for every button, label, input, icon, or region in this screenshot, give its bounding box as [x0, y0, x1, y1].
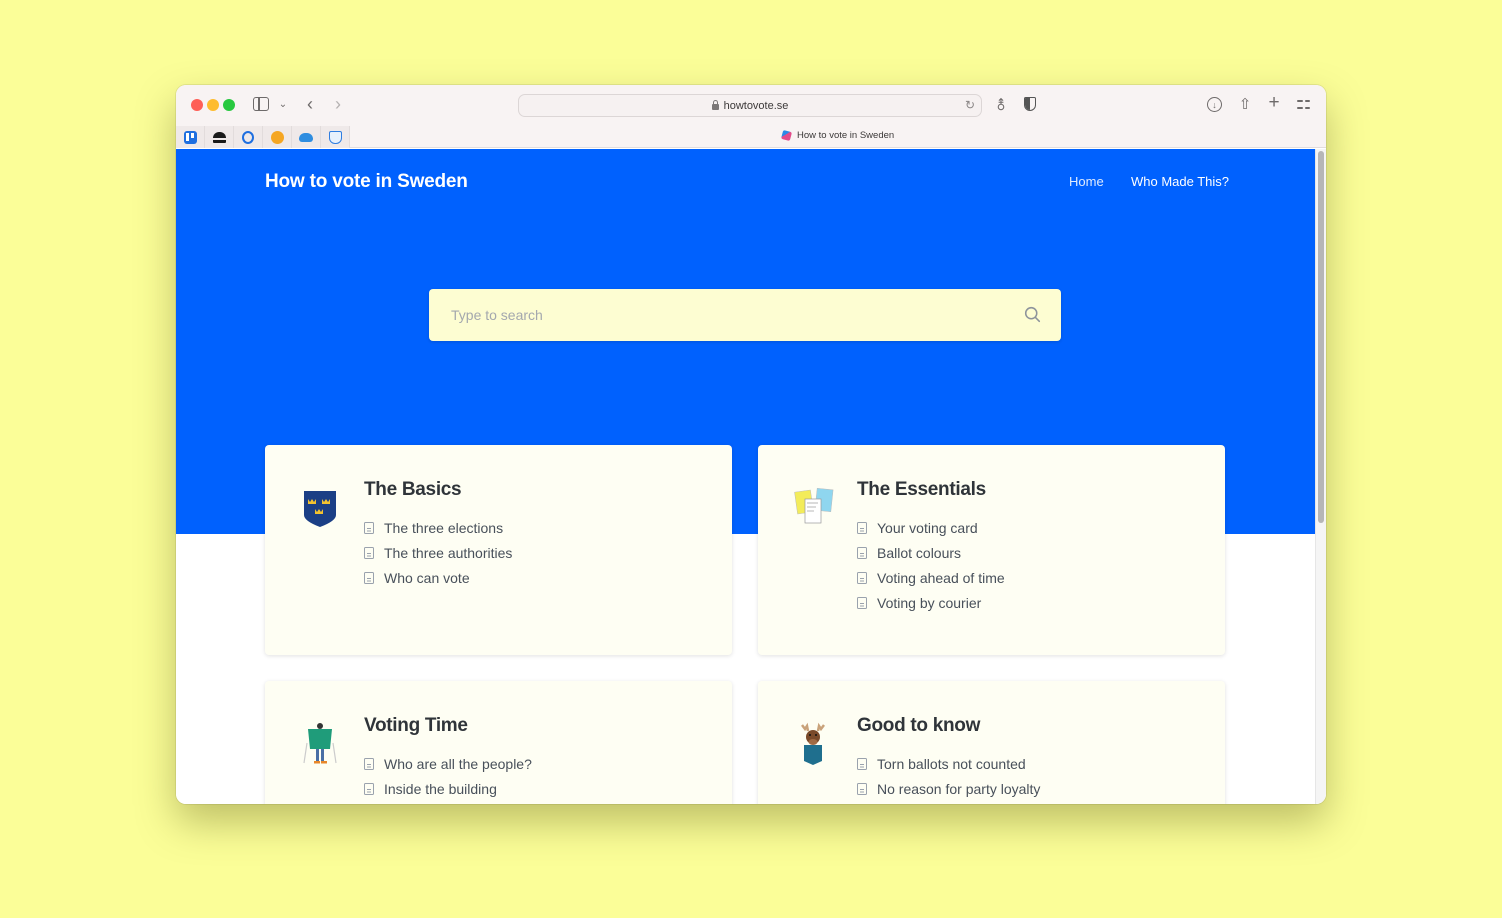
voting-booth-icon [303, 723, 337, 764]
bookmark-shield[interactable] [321, 126, 350, 148]
tab-bar: How to vote in Sweden [176, 126, 1326, 148]
page-viewport: How to vote in Sweden Home Who Made This… [176, 149, 1326, 804]
document-icon [857, 757, 867, 770]
search-icon[interactable] [1024, 306, 1041, 323]
document-icon [364, 521, 374, 534]
article-link[interactable]: Torn ballots not counted [857, 751, 1040, 776]
bookmark-star[interactable] [263, 126, 292, 148]
download-icon[interactable]: ↓ [1207, 97, 1222, 112]
spray-extension-icon[interactable]: ⚨ [995, 95, 1007, 115]
article-link[interactable]: Voting by courier [857, 590, 1005, 615]
article-title: The three elections [384, 519, 504, 536]
category-card-essentials[interactable]: The Essentials Your voting card Ballot c… [758, 445, 1225, 655]
document-icon [364, 546, 374, 559]
share-icon[interactable]: ⇧ [1238, 94, 1252, 114]
document-icon [857, 782, 867, 795]
article-title: The three authorities [384, 544, 513, 561]
tab-overview-icon[interactable] [1297, 98, 1310, 111]
cloud-icon [299, 132, 313, 142]
trello-icon [183, 130, 197, 144]
close-window-button[interactable] [191, 99, 203, 111]
article-link[interactable]: Who are all the people? [364, 751, 532, 776]
swedish-crest-icon [304, 491, 336, 527]
article-link[interactable]: No reason for party loyalty [857, 776, 1040, 801]
moose-icon [801, 722, 825, 765]
article-link[interactable]: The three authorities [364, 540, 512, 565]
hat-icon [212, 131, 226, 143]
pushpin-favicon-icon [780, 129, 793, 142]
document-icon [857, 571, 867, 584]
chevron-down-icon[interactable]: ⌄ [277, 95, 289, 113]
article-title: Who are all the people? [384, 755, 532, 772]
shield-icon [328, 130, 342, 144]
ballot-papers-icon [794, 487, 834, 524]
article-title: Torn ballots not counted [877, 755, 1026, 772]
article-link[interactable]: Your voting card [857, 515, 1005, 540]
page-scrollbar[interactable] [1315, 149, 1326, 804]
nav-who-made-this-link[interactable]: Who Made This? [1131, 174, 1229, 189]
article-link[interactable]: Ballot colours [857, 540, 1005, 565]
card-article-list: The three elections The three authoritie… [364, 515, 512, 590]
search-box [429, 289, 1061, 341]
article-link[interactable]: The three elections [364, 515, 512, 540]
document-icon [857, 596, 867, 609]
browser-window: ⌄ ‹ › howtovote.se ↻ ⚨ ↓ ⇧ + How to vote… [176, 85, 1326, 804]
document-icon [364, 782, 374, 795]
minimize-window-button[interactable] [207, 99, 219, 111]
active-tab[interactable]: How to vote in Sweden [780, 129, 895, 142]
category-card-voting-time[interactable]: Voting Time Who are all the people? Insi… [265, 681, 732, 804]
document-icon [857, 546, 867, 559]
bookmark-trello[interactable] [176, 126, 205, 148]
new-tab-button[interactable]: + [1266, 92, 1282, 113]
scrollbar-thumb[interactable] [1318, 151, 1324, 523]
url-text: howtovote.se [723, 99, 789, 112]
lock-icon [711, 99, 719, 110]
document-icon [364, 757, 374, 770]
card-article-list: Your voting card Ballot colours Voting a… [857, 515, 1005, 615]
address-bar[interactable]: howtovote.se ↻ [518, 94, 982, 117]
article-link[interactable]: Voting ahead of time [857, 565, 1005, 590]
browser-toolbar: ⌄ ‹ › howtovote.se ↻ ⚨ ↓ ⇧ + [176, 85, 1326, 126]
article-title: Ballot colours [877, 544, 962, 561]
card-title: Good to know [857, 715, 981, 736]
article-title: Voting ahead of time [877, 569, 1005, 586]
nav-home-link[interactable]: Home [1069, 174, 1104, 189]
back-button[interactable]: ‹ [303, 93, 317, 115]
document-icon [364, 571, 374, 584]
article-title: Voting by courier [877, 594, 982, 611]
category-card-basics[interactable]: The Basics The three elections The three… [265, 445, 732, 655]
maximize-window-button[interactable] [223, 99, 235, 111]
search-input[interactable] [429, 289, 1061, 341]
article-title: No reason for party loyalty [877, 780, 1041, 797]
site-title[interactable]: How to vote in Sweden [265, 171, 468, 193]
pinned-bookmarks [176, 126, 350, 148]
card-title: The Basics [364, 479, 462, 500]
bookmark-cloud[interactable] [292, 126, 321, 148]
star-chat-icon [270, 130, 284, 144]
card-article-list: Who are all the people? Inside the build… [364, 751, 532, 801]
forward-button[interactable]: › [331, 93, 345, 115]
article-link[interactable]: Who can vote [364, 565, 512, 590]
bookmark-hat[interactable] [205, 126, 234, 148]
document-icon [857, 521, 867, 534]
card-article-list: Torn ballots not counted No reason for p… [857, 751, 1040, 801]
tab-title: How to vote in Sweden [797, 130, 895, 141]
article-link[interactable]: Inside the building [364, 776, 532, 801]
article-title: Inside the building [384, 780, 497, 797]
card-title: The Essentials [857, 479, 986, 500]
category-card-good-to-know[interactable]: Good to know Torn ballots not counted No… [758, 681, 1225, 804]
article-title: Who can vote [384, 569, 470, 586]
card-title: Voting Time [364, 715, 468, 736]
sidebar-toggle-icon[interactable] [253, 97, 269, 111]
article-title: Your voting card [877, 519, 978, 536]
bracket-icon [242, 130, 254, 144]
reload-icon[interactable]: ↻ [965, 98, 975, 112]
shield-extension-icon[interactable] [1024, 97, 1036, 111]
bookmark-bracket[interactable] [234, 126, 263, 148]
